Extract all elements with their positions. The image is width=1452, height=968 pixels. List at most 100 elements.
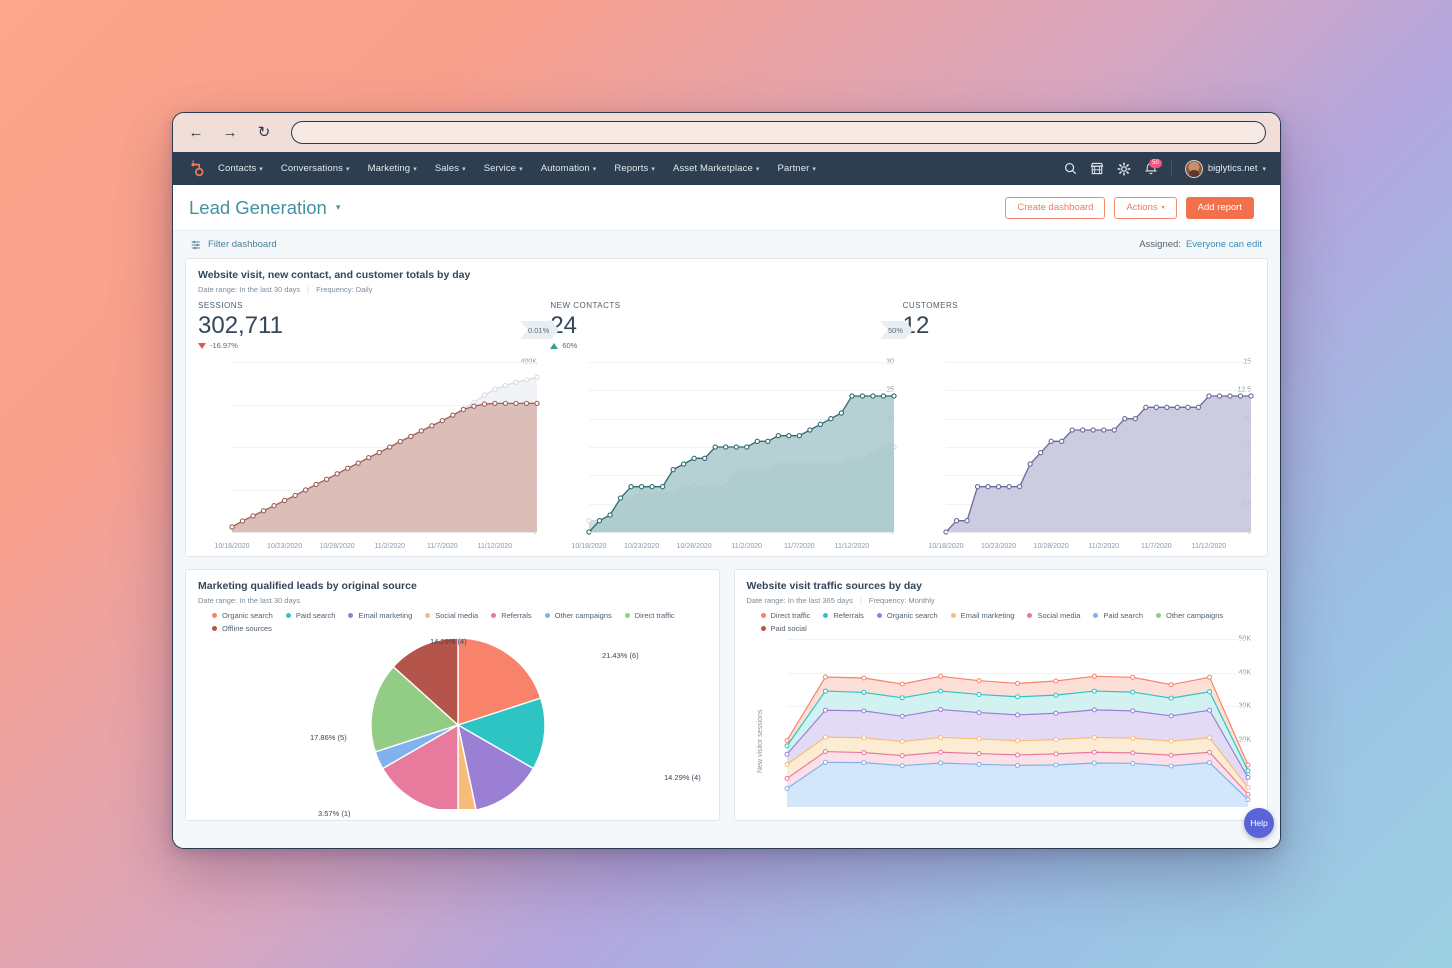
legend-color-dot — [544, 613, 550, 618]
legend-color-dot — [1093, 613, 1099, 618]
browser-window: ← → ↻ Contacts ▾ Conversations ▾ Marketi… — [172, 112, 1281, 849]
chevron-down-icon: ▾ — [812, 165, 816, 173]
x-axis-tick: 10/18/2020 — [214, 543, 250, 550]
nav-label: Partner — [777, 163, 810, 174]
help-button[interactable]: Help — [1244, 808, 1274, 838]
assigned-value-link[interactable]: Everyone can edit — [1186, 239, 1262, 250]
chevron-down-icon: ▾ — [651, 165, 656, 173]
frequency: Frequency: Daily — [316, 285, 373, 294]
account-label: biglytics.net — [1207, 163, 1258, 174]
browser-chrome: ← → ↻ — [173, 113, 1280, 152]
x-axis-tick: 11/7/2020 — [427, 543, 458, 550]
nav-item-reports[interactable]: Reports ▾ — [605, 163, 664, 174]
nav-item-sales[interactable]: Sales ▾ — [426, 163, 475, 174]
gear-icon[interactable] — [1117, 161, 1131, 176]
sessions-trend-chart: 0100K200K300K400K10/18/202010/23/202010/… — [198, 358, 541, 550]
triangle-up-icon — [550, 342, 559, 349]
nav-item-service[interactable]: Service ▾ — [475, 163, 532, 174]
top-navigation: Contacts ▾ Conversations ▾ Marketing ▾ S… — [173, 152, 1280, 185]
nav-item-asset-marketplace[interactable]: Asset Marketplace ▾ — [664, 163, 768, 174]
pie-slice-label: 17.86% (5) — [310, 733, 347, 742]
legend-item[interactable]: Paid social — [760, 624, 807, 633]
legend-label: Paid search — [295, 611, 336, 620]
legend-item[interactable]: Direct traffic — [624, 611, 675, 620]
legend-label: Referrals — [833, 611, 864, 620]
page-title: Lead Generation — [189, 196, 327, 218]
legend-item[interactable]: Paid search — [285, 611, 336, 620]
hubspot-logo-icon[interactable] — [183, 160, 209, 177]
card-title: Marketing qualified leads by original so… — [198, 580, 417, 592]
nav-item-automation[interactable]: Automation ▾ — [532, 163, 606, 174]
legend-item[interactable]: Referrals — [491, 611, 532, 620]
chart-svg — [229, 374, 540, 532]
legend-item[interactable]: Email marketing — [950, 611, 1014, 620]
avatar — [1184, 159, 1203, 178]
chart-svg — [586, 393, 897, 535]
legend-item[interactable]: Direct traffic — [760, 611, 811, 620]
filter-dashboard-control[interactable]: Filter dashboard — [191, 239, 277, 250]
legend-label: Paid search — [1103, 611, 1144, 620]
kpi-new-contacts: NEW CONTACTS 24 60% — [550, 301, 902, 350]
account-menu[interactable]: biglytics.net ▾ — [1184, 159, 1266, 178]
x-axis-tick: 11/2/2020 — [1088, 543, 1120, 550]
legend-color-dot — [348, 613, 354, 618]
mql-card: Marketing qualified leads by original so… — [185, 569, 720, 821]
x-axis-tick: 10/23/2020 — [981, 543, 1017, 550]
legend-item[interactable]: Other campaigns — [544, 611, 612, 620]
legend-item[interactable]: Social media — [1027, 611, 1080, 620]
header-actions: Create dashboard Actions ▾ Add report — [1005, 196, 1254, 219]
x-axis-tick: 11/12/2020 — [1191, 543, 1227, 550]
nav-label: Sales — [434, 163, 460, 174]
nav-item-marketing[interactable]: Marketing ▾ — [359, 163, 426, 174]
card-subtitle: Date range: In the last 365 days | Frequ… — [747, 596, 1256, 605]
actions-button[interactable]: Actions ▾ — [1114, 196, 1177, 219]
address-bar[interactable] — [291, 121, 1266, 144]
x-axis-tick: 10/18/2020 — [928, 543, 964, 550]
legend-label: Organic search — [886, 611, 938, 620]
customers-trend-chart: 02.557.51012.51510/18/202010/23/202010/2… — [912, 358, 1255, 550]
date-range: Date range: In the last 30 days — [198, 285, 301, 294]
legend-color-dot — [876, 613, 882, 618]
filter-dashboard-label: Filter dashboard — [208, 239, 277, 250]
chart-svg — [943, 393, 1254, 535]
add-report-button[interactable]: Add report — [1185, 196, 1254, 219]
card-title: Website visit traffic sources by day — [746, 580, 922, 592]
create-dashboard-button[interactable]: Create dashboard — [1005, 196, 1106, 219]
legend-color-dot — [760, 613, 766, 618]
legend-color-dot — [950, 613, 956, 618]
assigned-group: Assigned: Everyone can edit — [1139, 239, 1262, 250]
chevron-down-icon: ▾ — [462, 165, 466, 173]
nav-item-contacts[interactable]: Contacts ▾ — [209, 163, 272, 174]
arrow-left-icon[interactable]: ← — [185, 122, 207, 144]
dashboard-title-menu[interactable]: Lead Generation ▾ — [189, 197, 340, 219]
nav-divider — [1170, 160, 1172, 177]
actions-label: Actions — [1126, 202, 1158, 213]
legend-item[interactable]: Referrals — [823, 611, 864, 620]
legend-item[interactable]: Other campaigns — [1156, 611, 1223, 620]
nav-item-partner[interactable]: Partner ▾ — [768, 163, 824, 174]
nav-item-conversations[interactable]: Conversations ▾ — [272, 163, 359, 174]
trend-charts-row: 0100K200K300K400K10/18/202010/23/202010/… — [198, 358, 1255, 550]
kpi-value: 302,711 — [198, 312, 283, 339]
legend-label: Direct traffic — [770, 611, 811, 620]
legend-item[interactable]: Organic search — [876, 611, 938, 620]
legend-item[interactable]: Organic search — [212, 611, 273, 620]
reload-icon[interactable]: ↻ — [253, 122, 275, 144]
marketplace-icon[interactable] — [1090, 162, 1104, 175]
legend-label: Other campaigns — [554, 611, 612, 620]
pie-slice-label: 14.29% (4) — [664, 773, 701, 782]
legend-item[interactable]: Social media — [425, 611, 478, 620]
totals-card: Website visit, new contact, and customer… — [185, 258, 1268, 557]
arrow-right-icon[interactable]: → — [219, 122, 241, 144]
x-axis-tick: 11/2/2020 — [374, 543, 406, 550]
assigned-label: Assigned: — [1139, 239, 1181, 250]
page-header: Lead Generation ▾ Create dashboard Actio… — [173, 185, 1280, 231]
legend-item[interactable]: Offline sources — [212, 624, 272, 633]
legend-item[interactable]: Email marketing — [348, 611, 412, 620]
search-icon[interactable] — [1064, 162, 1077, 175]
notifications-icon[interactable]: 50 — [1144, 158, 1162, 176]
new-contacts-trend-chart: 05101520253010/18/202010/23/202010/28/20… — [555, 358, 898, 550]
x-axis-tick: 10/28/2020 — [1033, 543, 1069, 550]
mql-legend: Organic search Paid search Email marketing… — [198, 611, 707, 633]
legend-item[interactable]: Paid search — [1093, 611, 1143, 620]
